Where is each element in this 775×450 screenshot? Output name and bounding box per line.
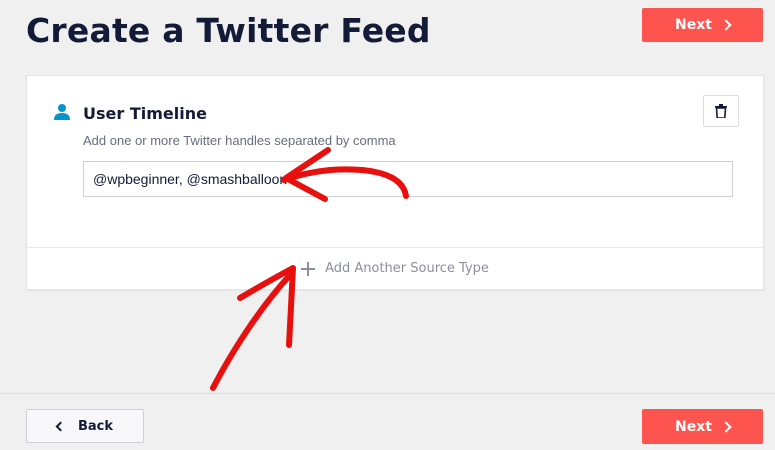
chevron-right-icon bbox=[720, 19, 732, 31]
source-card: User Timeline Add one or more Twitter ha… bbox=[26, 75, 764, 290]
chevron-left-icon bbox=[55, 421, 66, 431]
back-label: Back bbox=[77, 418, 114, 434]
source-type-title: User Timeline bbox=[83, 104, 207, 123]
next-button-top[interactable]: Next bbox=[642, 8, 763, 42]
source-card-body: User Timeline Add one or more Twitter ha… bbox=[27, 76, 763, 248]
add-source-type-button[interactable]: Add Another Source Type bbox=[27, 248, 763, 289]
plus-icon bbox=[301, 261, 316, 276]
back-button[interactable]: Back bbox=[26, 409, 144, 443]
add-source-type-label: Add Another Source Type bbox=[325, 261, 489, 276]
trash-icon bbox=[715, 104, 727, 118]
page-title: Create a Twitter Feed bbox=[26, 11, 431, 50]
source-type-description: Add one or more Twitter handles separate… bbox=[83, 133, 396, 148]
chevron-right-icon bbox=[720, 420, 732, 433]
arrow-to-add-source bbox=[210, 272, 293, 391]
delete-source-button[interactable] bbox=[703, 95, 739, 127]
next-button-bottom[interactable]: Next bbox=[642, 409, 763, 444]
next-label: Next bbox=[675, 17, 712, 33]
next-label: Next bbox=[675, 418, 712, 435]
user-icon bbox=[54, 104, 70, 120]
twitter-handles-input[interactable] bbox=[83, 161, 733, 197]
